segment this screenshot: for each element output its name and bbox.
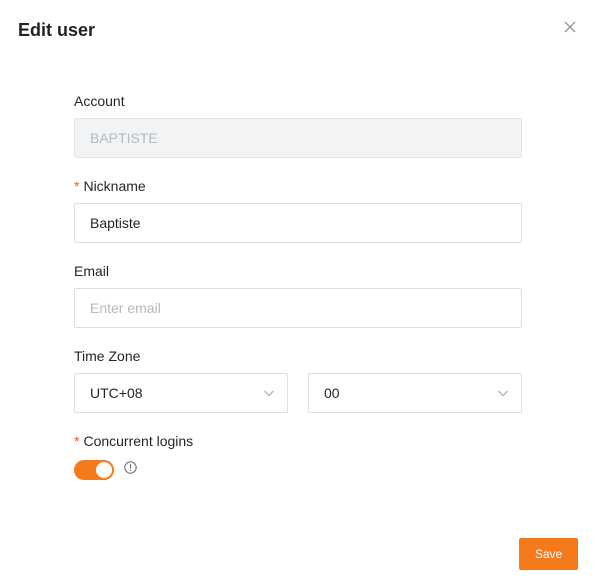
account-label-text: Account (74, 93, 125, 109)
concurrent-logins-toggle[interactable] (74, 460, 114, 480)
timezone-label: Time Zone (74, 348, 140, 364)
toggle-knob (96, 462, 112, 478)
chevron-down-icon (498, 390, 508, 397)
account-value: BAPTISTE (90, 130, 158, 146)
email-placeholder: Enter email (90, 300, 161, 316)
save-button[interactable]: Save (519, 538, 578, 570)
chevron-down-icon (264, 390, 274, 397)
dialog-title: Edit user (18, 20, 96, 40)
nickname-input[interactable]: Baptiste (74, 203, 522, 243)
account-field: BAPTISTE (74, 118, 522, 158)
account-label: Account (74, 93, 125, 109)
concurrent-logins-label-text: Concurrent logins (83, 433, 194, 449)
email-input[interactable]: Enter email (74, 288, 522, 328)
nickname-label-text: Nickname (83, 178, 146, 194)
timezone-minute-select[interactable]: 00 (308, 373, 522, 413)
email-label: Email (74, 263, 109, 279)
concurrent-logins-label: * Concurrent logins (74, 433, 193, 449)
required-mark: * (74, 178, 80, 194)
timezone-label-text: Time Zone (74, 348, 141, 364)
required-mark: * (74, 433, 80, 449)
timezone-hour-value: UTC+08 (90, 385, 143, 401)
close-icon[interactable] (561, 18, 579, 36)
info-icon[interactable] (124, 461, 137, 474)
nickname-value: Baptiste (90, 215, 141, 231)
email-label-text: Email (74, 263, 110, 279)
timezone-minute-value: 00 (324, 385, 340, 401)
nickname-label: * Nickname (74, 178, 146, 194)
timezone-hour-select[interactable]: UTC+08 (74, 373, 288, 413)
edit-user-dialog: Edit user Account BAPTISTE * Nickname Bap… (0, 0, 598, 587)
